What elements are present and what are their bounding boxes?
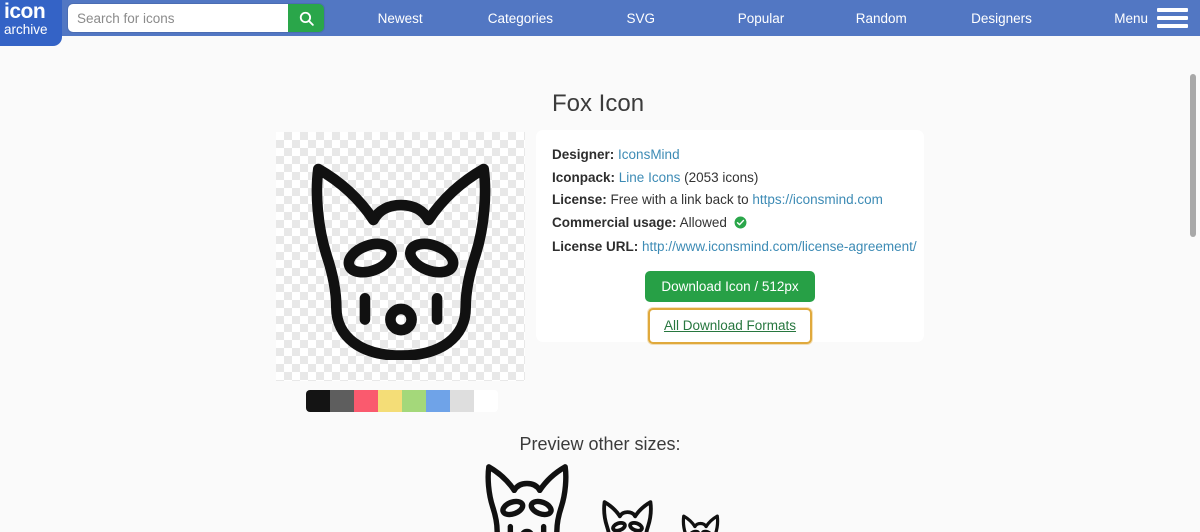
info-row-iconpack: Iconpack: Line Icons (2053 icons) bbox=[552, 167, 908, 190]
site-logo[interactable]: icon archive bbox=[0, 0, 62, 46]
fox-icon-preview-medium[interactable] bbox=[598, 498, 657, 532]
scrollbar-track[interactable] bbox=[1186, 72, 1200, 532]
iconpack-link[interactable]: Line Icons bbox=[619, 170, 681, 185]
info-row-license-url: License URL: http://www.iconsmind.com/li… bbox=[552, 236, 917, 259]
search-input[interactable] bbox=[68, 4, 288, 32]
logo-text-icon: icon bbox=[4, 0, 46, 23]
fox-icon-preview-large[interactable] bbox=[478, 460, 576, 532]
designer-link[interactable]: IconsMind bbox=[618, 147, 680, 162]
page-title: Fox Icon bbox=[552, 90, 645, 117]
icon-info-card: Designer: IconsMind Iconpack: Line Icons… bbox=[536, 130, 924, 344]
search-bar bbox=[68, 4, 324, 32]
swatch-blue[interactable] bbox=[426, 390, 450, 412]
check-circle-icon bbox=[734, 214, 747, 237]
info-row-designer: Designer: IconsMind bbox=[552, 144, 908, 167]
commercial-value: Allowed bbox=[679, 214, 727, 230]
menu-toggle[interactable]: Menu bbox=[1062, 7, 1200, 29]
nav-item-random[interactable]: Random bbox=[821, 11, 941, 26]
swatch-green[interactable] bbox=[402, 390, 426, 412]
swatch-black[interactable] bbox=[306, 390, 330, 412]
preview-sizes-title: Preview other sizes: bbox=[519, 434, 681, 454]
hamburger-icon bbox=[1156, 7, 1188, 29]
color-swatch-row bbox=[306, 390, 498, 412]
iconpack-count: (2053 icons) bbox=[684, 169, 759, 185]
menu-label: Menu bbox=[1114, 10, 1148, 26]
scrollbar-thumb[interactable] bbox=[1190, 74, 1196, 237]
nav-links: Newest Categories SVG Popular Random Des… bbox=[340, 0, 1200, 36]
fox-icon-preview-small[interactable] bbox=[679, 513, 722, 532]
preview-sizes-row bbox=[0, 460, 1200, 532]
logo-text-archive: archive bbox=[4, 22, 48, 37]
nav-item-designers[interactable]: Designers bbox=[941, 11, 1061, 26]
all-download-formats-button[interactable]: All Download Formats bbox=[647, 307, 813, 344]
license-text: Free with a link back to bbox=[610, 192, 749, 207]
info-row-commercial: Commercial usage: Allowed bbox=[552, 212, 908, 237]
nav-item-popular[interactable]: Popular bbox=[701, 11, 821, 26]
search-button[interactable] bbox=[288, 4, 324, 32]
nav-item-categories[interactable]: Categories bbox=[460, 11, 580, 26]
swatch-yellow[interactable] bbox=[378, 390, 402, 412]
nav-item-svg[interactable]: SVG bbox=[581, 11, 701, 26]
all-download-formats-label: All Download Formats bbox=[663, 317, 797, 333]
icon-preview-stage bbox=[276, 132, 525, 381]
download-button-group: Download Icon / 512px All Download Forma… bbox=[552, 270, 908, 344]
download-icon-button[interactable]: Download Icon / 512px bbox=[645, 270, 815, 302]
license-label: License: bbox=[552, 192, 607, 207]
swatch-white[interactable] bbox=[474, 390, 498, 412]
license-link[interactable]: https://iconsmind.com bbox=[752, 192, 883, 207]
license-url-label: License URL: bbox=[552, 239, 639, 254]
top-navigation-bar: icon archive Newest Categories SVG Popul… bbox=[0, 0, 1200, 46]
commercial-label: Commercial usage: bbox=[552, 214, 677, 230]
search-icon bbox=[299, 11, 314, 26]
swatch-dark-gray[interactable] bbox=[330, 390, 354, 412]
license-url-link[interactable]: http://www.iconsmind.com/license-agreeme… bbox=[642, 239, 917, 254]
page-body: Fox Icon Designer: IconsMind Iconpack: L… bbox=[0, 36, 1200, 532]
nav-item-newest[interactable]: Newest bbox=[340, 11, 460, 26]
designer-label: Designer: bbox=[552, 147, 615, 162]
iconpack-label: Iconpack: bbox=[552, 169, 616, 185]
swatch-light-gray[interactable] bbox=[450, 390, 474, 412]
info-row-license: License: Free with a link back to https:… bbox=[552, 189, 908, 212]
fox-icon bbox=[311, 163, 490, 360]
swatch-red[interactable] bbox=[354, 390, 378, 412]
